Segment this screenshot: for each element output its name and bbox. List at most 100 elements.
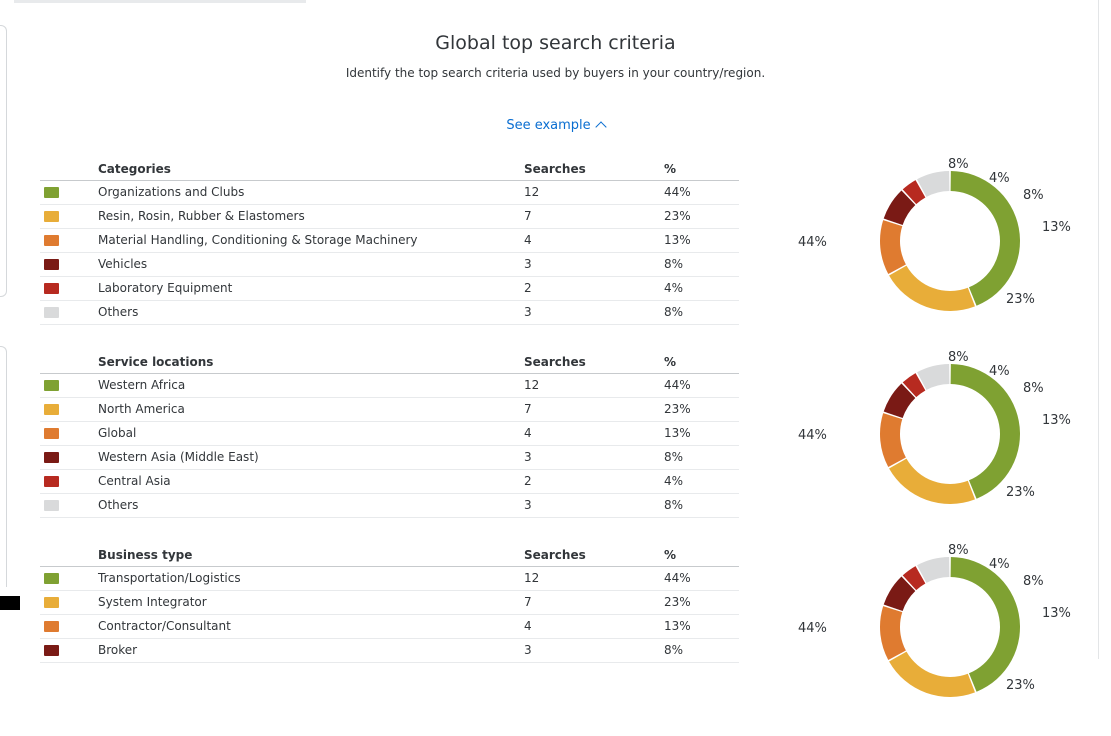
row-percent: 44% xyxy=(664,378,691,392)
row-searches: 12 xyxy=(524,185,540,199)
row-percent: 8% xyxy=(664,498,684,512)
criteria-section: Categories Searches% Organizations and Clu… xyxy=(40,157,1100,350)
donut-label: 4% xyxy=(989,171,1010,186)
column-header-name: Categories xyxy=(98,162,171,176)
donut-label: 8% xyxy=(948,350,969,365)
row-searches: 4 xyxy=(524,233,532,247)
row-label: North America xyxy=(98,402,185,416)
donut-label: 8% xyxy=(948,157,969,172)
legend-swatch xyxy=(44,621,59,632)
table-row: Global 4 13% xyxy=(40,422,739,446)
column-header-percent: % xyxy=(664,355,677,369)
table-row: Transportation/Logistics 12 44% xyxy=(40,567,739,591)
see-example-label[interactable]: See example xyxy=(506,118,590,133)
row-searches: 7 xyxy=(524,595,532,609)
table-row: Broker 3 8% xyxy=(40,639,739,663)
donut-label: 44% xyxy=(798,235,827,250)
criteria-section: Business type Searches% Transportation/Log… xyxy=(40,543,1100,736)
table-row: Western Africa 12 44% xyxy=(40,374,739,398)
donut-label: 44% xyxy=(798,621,827,636)
row-label: System Integrator xyxy=(98,595,207,609)
legend-swatch xyxy=(44,235,59,246)
criteria-table: Service locations Searches% Western Africa… xyxy=(40,353,739,518)
chevron-up-icon xyxy=(595,121,607,133)
table-row: Laboratory Equipment 2 4% xyxy=(40,277,739,301)
legend-swatch xyxy=(44,452,59,463)
left-panel-edge-lower xyxy=(0,346,7,587)
page-title: Global top search criteria xyxy=(435,32,676,54)
row-percent: 44% xyxy=(664,571,691,585)
row-percent: 23% xyxy=(664,402,691,416)
row-searches: 4 xyxy=(524,426,532,440)
legend-swatch xyxy=(44,211,59,222)
donut-label: 4% xyxy=(989,557,1010,572)
row-percent: 8% xyxy=(664,643,684,657)
table-row: Material Handling, Conditioning & Storag… xyxy=(40,229,739,253)
column-header-name: Service locations xyxy=(98,355,214,369)
donut-slice xyxy=(889,651,975,697)
row-label: Western Asia (Middle East) xyxy=(98,450,259,464)
table-row: Others 3 8% xyxy=(40,494,739,518)
donut-slice xyxy=(950,364,1020,499)
criteria-section: Service locations Searches% Western Africa… xyxy=(40,350,1100,543)
table-header: Categories Searches% xyxy=(40,160,739,181)
legend-swatch xyxy=(44,380,59,391)
donut-label: 23% xyxy=(1006,678,1035,693)
column-header-percent: % xyxy=(664,548,677,562)
legend-swatch xyxy=(44,428,59,439)
page-subtitle: Identify the top search criteria used by… xyxy=(345,66,766,80)
row-searches: 7 xyxy=(524,402,532,416)
row-label: Central Asia xyxy=(98,474,171,488)
row-percent: 23% xyxy=(664,209,691,223)
donut-label: 8% xyxy=(1023,188,1044,203)
donut-label: 13% xyxy=(1042,606,1071,621)
donut-chart: 44% 23% 13% 8% 4% 8% xyxy=(798,157,1071,311)
donut-label: 8% xyxy=(1023,381,1044,396)
row-percent: 44% xyxy=(664,185,691,199)
row-searches: 2 xyxy=(524,474,532,488)
donut-label: 13% xyxy=(1042,413,1071,428)
table-header: Business type Searches% xyxy=(40,546,739,567)
row-searches: 4 xyxy=(524,619,532,633)
table-row: Resin, Rosin, Rubber & Elastomers 7 23% xyxy=(40,205,739,229)
legend-swatch xyxy=(44,500,59,511)
row-label: Global xyxy=(98,426,137,440)
legend-swatch xyxy=(44,645,59,656)
table-row: Western Asia (Middle East) 3 8% xyxy=(40,446,739,470)
donut-label: 23% xyxy=(1006,485,1035,500)
see-example-link[interactable]: See example xyxy=(0,118,1111,133)
table-header: Service locations Searches% xyxy=(40,353,739,374)
row-label: Western Africa xyxy=(98,378,186,392)
row-label: Others xyxy=(98,498,139,512)
row-label: Broker xyxy=(98,643,138,657)
legend-swatch xyxy=(44,404,59,415)
column-header-name: Business type xyxy=(98,548,193,562)
criteria-table: Business type Searches% Transportation/Log… xyxy=(40,546,739,663)
row-searches: 3 xyxy=(524,450,532,464)
donut-label: 8% xyxy=(948,543,969,558)
legend-swatch xyxy=(44,259,59,270)
row-percent: 23% xyxy=(664,595,691,609)
row-percent: 8% xyxy=(664,305,684,319)
column-header-searches: Searches xyxy=(524,162,586,176)
legend-swatch xyxy=(44,187,59,198)
donut-slice xyxy=(880,606,906,660)
table-row: System Integrator 7 23% xyxy=(40,591,739,615)
donut-slice xyxy=(880,413,906,467)
row-percent: 13% xyxy=(664,619,691,633)
donut-slice xyxy=(950,557,1020,692)
row-label: Others xyxy=(98,305,139,319)
table-row: Vehicles 3 8% xyxy=(40,253,739,277)
row-label: Organizations and Clubs xyxy=(98,185,245,199)
donut-chart: 44% 23% 13% 8% 4% 8% xyxy=(798,543,1071,697)
row-searches: 7 xyxy=(524,209,532,223)
table-row: Others 3 8% xyxy=(40,301,739,325)
donut-slice xyxy=(880,220,906,274)
row-searches: 3 xyxy=(524,643,532,657)
legend-swatch xyxy=(44,307,59,318)
edge-marker xyxy=(0,596,20,610)
row-percent: 13% xyxy=(664,426,691,440)
legend-swatch xyxy=(44,283,59,294)
donut-label: 8% xyxy=(1023,574,1044,589)
top-tab-strip xyxy=(14,0,306,3)
